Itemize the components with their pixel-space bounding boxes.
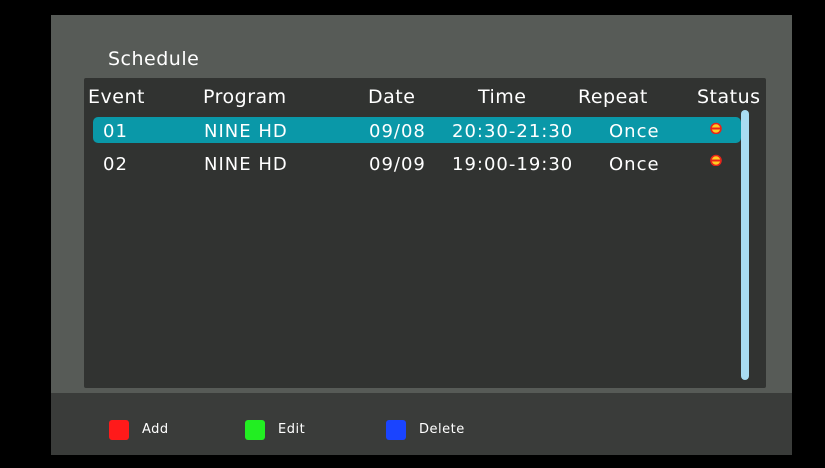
alarm-clock-icon — [710, 122, 722, 134]
cell-repeat: Once — [609, 154, 660, 175]
cell-time: 19:00-19:30 — [452, 154, 574, 175]
cell-program: NINE HD — [204, 154, 288, 175]
column-header-status: Status — [697, 86, 761, 108]
cell-date: 09/08 — [369, 121, 426, 142]
delete-button-label[interactable]: Delete — [419, 422, 465, 437]
page-title: Schedule — [108, 48, 200, 70]
cell-event: 01 — [103, 121, 128, 142]
cell-program: NINE HD — [204, 121, 288, 142]
blue-key-icon[interactable] — [386, 420, 406, 440]
cell-date: 09/09 — [369, 154, 426, 175]
edit-button-label[interactable]: Edit — [278, 422, 305, 437]
add-button-label[interactable]: Add — [142, 422, 169, 437]
red-key-icon[interactable] — [109, 420, 129, 440]
cell-repeat: Once — [609, 121, 660, 142]
cell-event: 02 — [103, 154, 128, 175]
column-header-time: Time — [478, 86, 527, 108]
scrollbar[interactable] — [741, 110, 749, 380]
cell-time: 20:30-21:30 — [452, 121, 574, 142]
green-key-icon[interactable] — [245, 420, 265, 440]
alarm-clock-icon — [710, 154, 722, 166]
column-header-program: Program — [203, 86, 287, 108]
column-header-event: Event — [88, 86, 145, 108]
column-header-date: Date — [368, 86, 416, 108]
column-header-repeat: Repeat — [578, 86, 648, 108]
